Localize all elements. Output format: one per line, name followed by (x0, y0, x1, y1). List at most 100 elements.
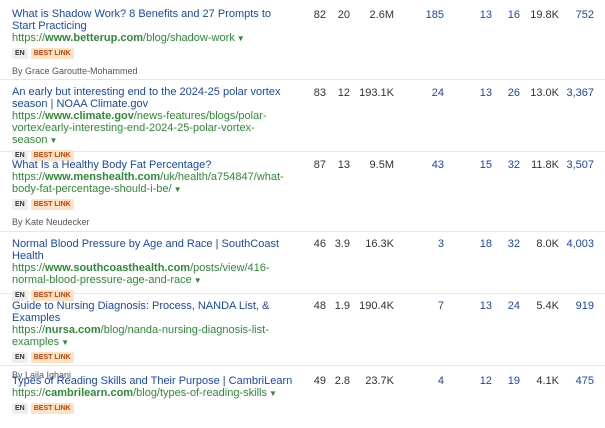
url-path: /blog/types-of-reading-skills (133, 387, 267, 399)
best-link-badge: BEST LINK (30, 352, 74, 363)
page-url-link[interactable]: https://www.climate.gov/news-features/bl… (12, 110, 296, 147)
url-prefix: https:// (12, 387, 46, 399)
page-url-link[interactable]: https://nursa.com/blog/nanda-nursing-dia… (12, 324, 296, 349)
external-links-link[interactable]: 32 (498, 159, 520, 171)
keywords-link[interactable]: 752 (562, 9, 594, 21)
table-row: What is Shadow Work? 8 Benefits and 27 P… (0, 0, 605, 80)
referring-domains-link[interactable]: 4 (420, 375, 444, 387)
badge-group: EN BEST LINK (12, 403, 296, 414)
domain-rating: 82 (313, 9, 326, 21)
url-rating: 2.8 (334, 375, 350, 387)
table-row: Normal Blood Pressure by Age and Race | … (0, 232, 605, 301)
chevron-down-icon[interactable]: ▼ (174, 185, 182, 194)
external-links-link[interactable]: 24 (498, 300, 520, 312)
chevron-down-icon[interactable]: ▼ (269, 389, 277, 398)
linked-domains-link[interactable]: 13 (470, 9, 492, 21)
domain-traffic: 2.6M (369, 9, 394, 21)
url-prefix: https:// (12, 110, 46, 122)
domain-rating: 49 (313, 375, 326, 387)
page-title-link[interactable]: Guide to Nursing Diagnosis: Process, NAN… (12, 300, 296, 324)
url-rating: 20 (337, 9, 350, 21)
language-badge: EN (12, 48, 28, 59)
page-url-link[interactable]: https://www.menshealth.com/uk/health/a75… (12, 171, 296, 196)
referring-page-cell: An early but interesting end to the 2024… (12, 86, 296, 161)
external-links-link[interactable]: 26 (498, 87, 520, 99)
external-links-link[interactable]: 32 (498, 238, 520, 250)
language-badge: EN (12, 199, 28, 210)
url-prefix: https:// (12, 262, 46, 274)
author-text: By Kate Neudecker (12, 217, 90, 227)
page-traffic: 5.4K (536, 300, 559, 312)
external-links-link[interactable]: 16 (498, 9, 520, 21)
keywords-link[interactable]: 475 (562, 375, 594, 387)
domain-traffic: 190.4K (359, 300, 394, 312)
badge-group: EN BEST LINK (12, 48, 296, 59)
table-row: Guide to Nursing Diagnosis: Process, NAN… (0, 294, 605, 380)
badge-group: EN BEST LINK (12, 352, 296, 363)
referring-domains-link[interactable]: 43 (420, 159, 444, 171)
keywords-link[interactable]: 919 (562, 300, 594, 312)
best-link-badge: BEST LINK (30, 199, 74, 210)
domain-traffic: 23.7K (365, 375, 394, 387)
best-link-badge: BEST LINK (30, 48, 74, 59)
page-url-link[interactable]: https://www.southcoasthealth.com/posts/v… (12, 262, 296, 287)
linked-domains-link[interactable]: 18 (470, 238, 492, 250)
best-link-badge: BEST LINK (30, 403, 74, 414)
linked-domains-link[interactable]: 12 (470, 375, 492, 387)
page-url-link[interactable]: https://cambrilearn.com/blog/types-of-re… (12, 387, 296, 400)
badge-group: EN BEST LINK (12, 199, 296, 210)
keywords-link[interactable]: 4,003 (562, 238, 594, 250)
referring-domains-link[interactable]: 7 (420, 300, 444, 312)
linked-domains-link[interactable]: 13 (470, 87, 492, 99)
referring-page-cell: Types of Reading Skills and Their Purpos… (12, 375, 296, 414)
domain-traffic: 16.3K (365, 238, 394, 250)
url-domain: www.menshealth.com (45, 171, 161, 183)
url-rating: 1.9 (334, 300, 350, 312)
referring-domains-link[interactable]: 24 (420, 87, 444, 99)
chevron-down-icon[interactable]: ▼ (237, 34, 245, 43)
page-traffic: 11.8K (531, 159, 559, 171)
page-title-link[interactable]: What is Shadow Work? 8 Benefits and 27 P… (12, 8, 296, 32)
keywords-link[interactable]: 3,507 (562, 159, 594, 171)
url-prefix: https:// (12, 171, 46, 183)
url-domain: cambrilearn.com (45, 387, 134, 399)
page-title-link[interactable]: An early but interesting end to the 2024… (12, 86, 296, 110)
chevron-down-icon[interactable]: ▼ (61, 338, 69, 347)
chevron-down-icon[interactable]: ▼ (194, 276, 202, 285)
language-badge: EN (12, 352, 28, 363)
url-domain: www.climate.gov (45, 110, 134, 122)
linked-domains-link[interactable]: 15 (470, 159, 492, 171)
url-rating: 13 (337, 159, 350, 171)
linked-domains-link[interactable]: 13 (470, 300, 492, 312)
author-text: By Grace Garoutte-Mohammed (12, 66, 138, 76)
external-links-link[interactable]: 19 (498, 375, 520, 387)
referring-domains-link[interactable]: 185 (420, 9, 444, 21)
table-row: Types of Reading Skills and Their Purpos… (0, 366, 605, 428)
keywords-link[interactable]: 3,367 (562, 87, 594, 99)
domain-rating: 48 (313, 300, 326, 312)
page-traffic: 4.1K (536, 375, 559, 387)
page-url-link[interactable]: https://www.betterup.com/blog/shadow-wor… (12, 32, 296, 45)
domain-rating: 87 (313, 159, 326, 171)
language-badge: EN (12, 403, 28, 414)
page-title-link[interactable]: What Is a Healthy Body Fat Percentage? (12, 159, 296, 171)
referring-domains-link[interactable]: 3 (420, 238, 444, 250)
url-domain: nursa.com (45, 324, 101, 336)
page-traffic: 13.0K (530, 87, 559, 99)
table-row: What Is a Healthy Body Fat Percentage? h… (0, 152, 605, 232)
url-rating: 3.9 (334, 238, 350, 250)
table-row: An early but interesting end to the 2024… (0, 80, 605, 161)
domain-rating: 46 (313, 238, 326, 250)
page-title-link[interactable]: Types of Reading Skills and Their Purpos… (12, 375, 296, 387)
page-traffic: 19.8K (530, 9, 559, 21)
referring-page-cell: What Is a Healthy Body Fat Percentage? h… (12, 159, 296, 228)
referring-page-cell: Normal Blood Pressure by Age and Race | … (12, 238, 296, 301)
referring-page-cell: What is Shadow Work? 8 Benefits and 27 P… (12, 8, 296, 77)
domain-rating: 83 (313, 87, 326, 99)
page-title-link[interactable]: Normal Blood Pressure by Age and Race | … (12, 238, 296, 262)
url-domain: www.southcoasthealth.com (45, 262, 191, 274)
page-traffic: 8.0K (536, 238, 559, 250)
url-domain: www.betterup.com (45, 32, 144, 44)
chevron-down-icon[interactable]: ▼ (49, 136, 57, 145)
domain-traffic: 9.5M (369, 159, 394, 171)
